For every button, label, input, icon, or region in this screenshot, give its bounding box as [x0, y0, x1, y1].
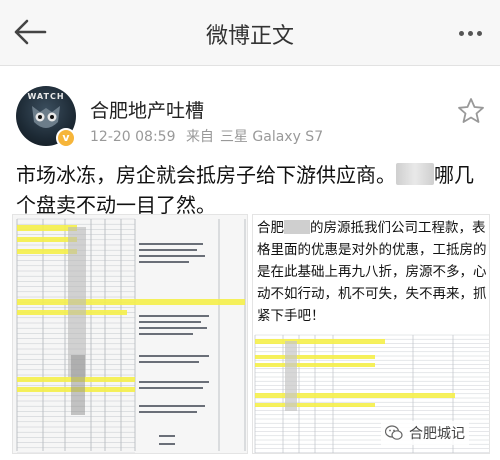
source-prefix: 来自 — [185, 129, 214, 145]
image-caption-part-2: 的房源抵我们公司工程款，表格里面的优惠是对外的优惠，工抵房的是在此基础上再九八折… — [257, 220, 487, 324]
post-source: 三星 Galaxy S7 — [219, 129, 324, 145]
favorite-star-icon[interactable] — [456, 96, 486, 126]
attached-image-notice[interactable]: 合肥 的房源抵我们公司工程款，表格里面的优惠是对外的优惠，工抵房的是在此基础上再九… — [252, 214, 490, 454]
top-nav-bar: 微博正文 — [0, 0, 500, 66]
blurred-redaction-small — [284, 220, 310, 234]
more-button[interactable] — [450, 16, 490, 50]
watermark: 合肥城记 — [381, 421, 469, 445]
blurred-redaction — [396, 163, 434, 185]
verified-badge: v — [56, 128, 76, 148]
post-text-part-1: 市场冰冻，房企就会抵房子给下游供应商。 — [16, 163, 396, 187]
image-caption: 合肥 的房源抵我们公司工程款，表格里面的优惠是对外的优惠，工抵房的是在此基础上再九… — [257, 217, 487, 327]
post-meta: 12-20 08:59 来自 三星 Galaxy S7 — [90, 126, 329, 146]
wechat-icon — [385, 425, 403, 440]
watermark-text: 合肥城记 — [409, 426, 465, 442]
post-text: 市场冰冻，房企就会抵房子给下游供应商。 哪几个盘卖不动一目了然。 — [16, 160, 486, 220]
username[interactable]: 合肥地产吐槽 — [90, 96, 204, 123]
more-dots-icon — [458, 30, 464, 36]
attached-image-spreadsheet[interactable] — [12, 214, 248, 454]
owl-logo-icon — [32, 106, 60, 128]
post-time: 12-20 08:59 — [90, 129, 176, 145]
avatar-logo-text: WATCH — [27, 92, 65, 101]
spreadsheet-image-icon — [13, 215, 247, 453]
image-caption-part-1: 合肥 — [257, 220, 284, 236]
page-title: 微博正文 — [205, 24, 294, 49]
